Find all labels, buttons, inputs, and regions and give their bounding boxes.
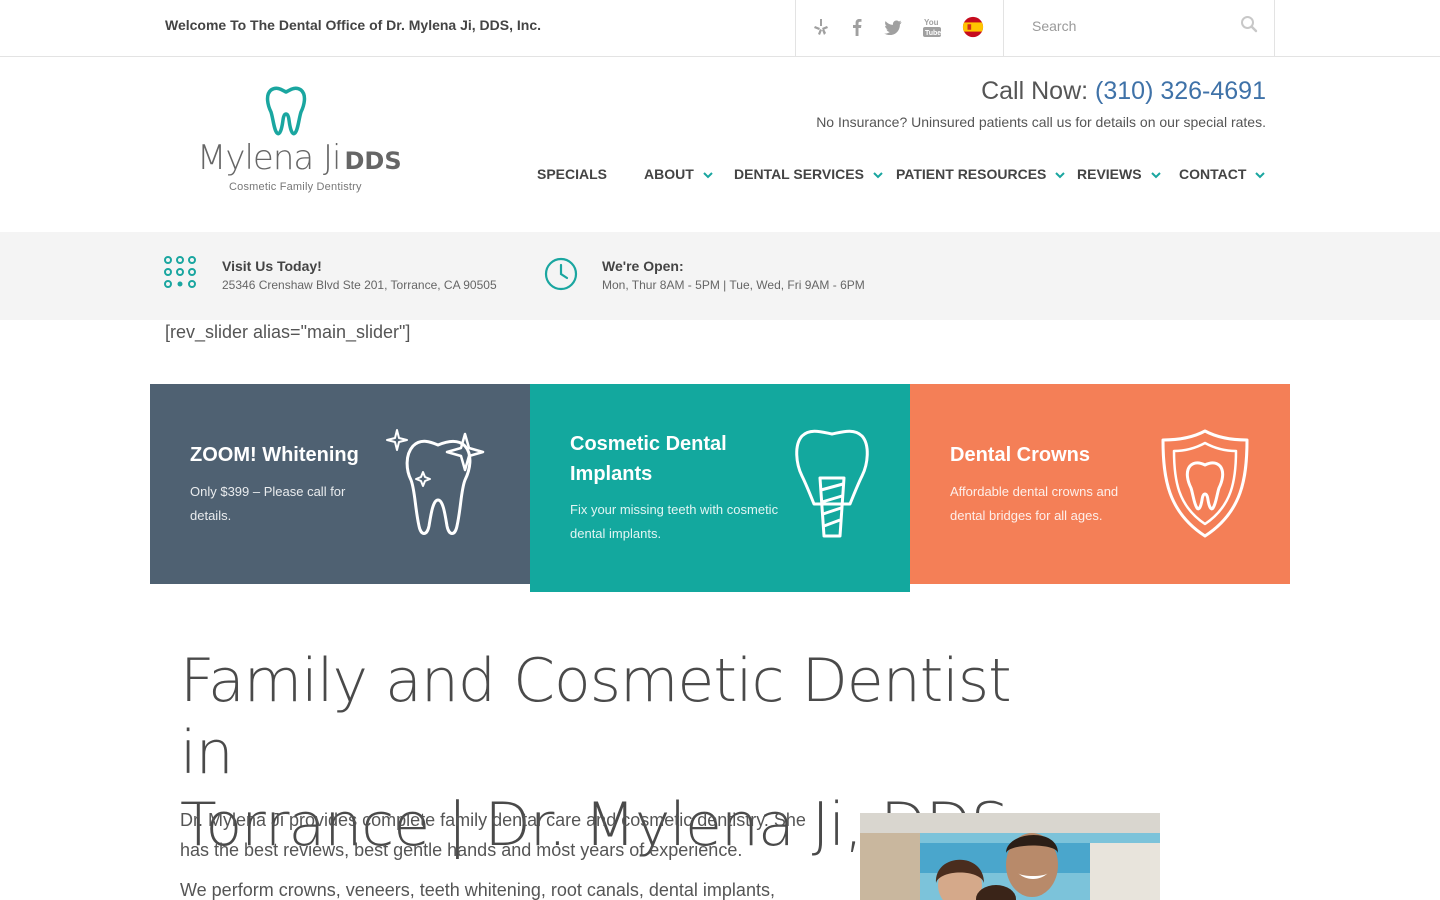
- paragraph-line: Dr. Mylena Ji provides complete family d…: [180, 810, 806, 830]
- nav-item-reviews[interactable]: REVIEWS: [1077, 166, 1162, 182]
- nav-item-contact[interactable]: CONTACT: [1179, 166, 1266, 182]
- call-label: Call Now:: [981, 77, 1089, 105]
- card-desc-line: Fix your missing teeth with cosmetic: [570, 502, 779, 517]
- card-desc-line: details.: [190, 508, 232, 523]
- clock-icon: [543, 256, 579, 297]
- nav-label: ABOUT: [644, 166, 694, 182]
- search-icon[interactable]: [1240, 15, 1260, 35]
- chevron-down-icon: [1150, 168, 1162, 180]
- visit-address: 25346 Crenshaw Blvd Ste 201, Torrance, C…: [222, 278, 497, 292]
- nav-label: DENTAL SERVICES: [734, 166, 864, 182]
- card-desc-line: Only $399 – Please call for: [190, 484, 346, 499]
- tooth-shield-icon: [1161, 429, 1249, 538]
- card-desc-line: dental implants.: [570, 526, 662, 541]
- dental-implant-icon: [795, 429, 869, 538]
- nav-item-dental-services[interactable]: DENTAL SERVICES: [734, 166, 884, 182]
- nav-label: CONTACT: [1179, 166, 1247, 182]
- paragraph-line: We perform crowns, veneers, teeth whiten…: [180, 880, 775, 900]
- twitter-icon[interactable]: [882, 16, 904, 38]
- card-title: ZOOM! Whitening: [190, 444, 359, 466]
- nav-item-about[interactable]: ABOUT: [644, 166, 714, 182]
- spain-flag-icon[interactable]: [962, 16, 984, 38]
- intro-paragraph: Dr. Mylena Ji provides complete family d…: [180, 805, 820, 865]
- slider-shortcode: [rev_slider alias="main_slider"]: [165, 322, 411, 342]
- search-input[interactable]: [1032, 14, 1232, 38]
- insurance-note: No Insurance? Uninsured patients call us…: [816, 114, 1266, 130]
- chevron-down-icon: [702, 168, 714, 180]
- chevron-down-icon: [872, 168, 884, 180]
- open-hours: Mon, Thur 8AM - 5PM | Tue, Wed, Fri 9AM …: [602, 278, 865, 292]
- card-desc: Fix your missing teeth with cosmetic dent…: [570, 498, 778, 546]
- card-desc: Affordable dental crowns and dental bridg…: [950, 480, 1118, 528]
- nav-item-patient-resources[interactable]: PATIENT RESOURCES: [896, 166, 1066, 182]
- top-bar: Welcome To The Dental Office of Dr. Myle…: [0, 0, 1440, 57]
- card-title-line: Cosmetic Dental: [570, 433, 727, 455]
- site-logo[interactable]: Mylena Ji DDS Cosmetic Family Dentistry: [195, 86, 402, 198]
- sparkling-tooth-icon: [386, 429, 485, 535]
- nav-label: REVIEWS: [1077, 166, 1142, 182]
- info-bar: Visit Us Today! 25346 Crenshaw Blvd Ste …: [0, 232, 1440, 320]
- nav-item-specials[interactable]: SPECIALS: [537, 166, 607, 182]
- search-box: [1004, 0, 1275, 56]
- logo-suffix: DDS: [344, 147, 402, 175]
- call-now: Call Now: (310) 326-4691: [981, 77, 1266, 106]
- card-desc-line: Affordable dental crowns and: [950, 484, 1119, 499]
- paragraph-line: has the best reviews, best gentle hands …: [180, 840, 743, 860]
- card-desc-line: dental bridges for all ages.: [950, 508, 1103, 523]
- chevron-down-icon: [1054, 168, 1066, 180]
- chevron-down-icon: [1254, 168, 1266, 180]
- page-title-line: Family and Cosmetic Dentist in: [180, 646, 1012, 788]
- logo-name: Mylena Ji DDS: [197, 138, 402, 178]
- logo-name-text: Mylena Ji: [197, 138, 341, 178]
- welcome-text: Welcome To The Dental Office of Dr. Myle…: [165, 17, 542, 33]
- card-dental-crowns[interactable]: Dental Crowns Affordable dental crowns a…: [910, 384, 1290, 584]
- family-photo: [860, 813, 1160, 900]
- nav-label: SPECIALS: [537, 166, 608, 182]
- facebook-icon[interactable]: [846, 16, 868, 38]
- phone-link[interactable]: (310) 326-4691: [1095, 77, 1266, 105]
- card-title: Cosmetic Dental Implants: [570, 429, 727, 489]
- card-zoom-whitening[interactable]: ZOOM! Whitening Only $399 – Please call …: [150, 384, 530, 584]
- svg-text:You: You: [924, 18, 939, 27]
- yelp-icon[interactable]: [810, 16, 832, 38]
- visit-title: Visit Us Today!: [222, 258, 322, 274]
- logo-tagline: Cosmetic Family Dentistry: [229, 181, 362, 193]
- services-paragraph: We perform crowns, veneers, teeth whiten…: [180, 875, 820, 900]
- svg-text:Tube: Tube: [925, 30, 941, 37]
- card-desc: Only $399 – Please call for details.: [190, 480, 345, 528]
- social-links: You Tube: [795, 0, 1004, 56]
- location-dots-icon: [164, 256, 198, 295]
- card-title: Dental Crowns: [950, 444, 1091, 466]
- card-title-line: Implants: [570, 463, 653, 485]
- youtube-icon[interactable]: You Tube: [921, 16, 943, 38]
- open-title: We're Open:: [602, 258, 684, 274]
- card-cosmetic-implants[interactable]: Cosmetic Dental Implants Fix your missing…: [530, 384, 910, 592]
- nav-label: PATIENT RESOURCES: [896, 166, 1047, 182]
- tooth-logo-icon: [263, 86, 309, 141]
